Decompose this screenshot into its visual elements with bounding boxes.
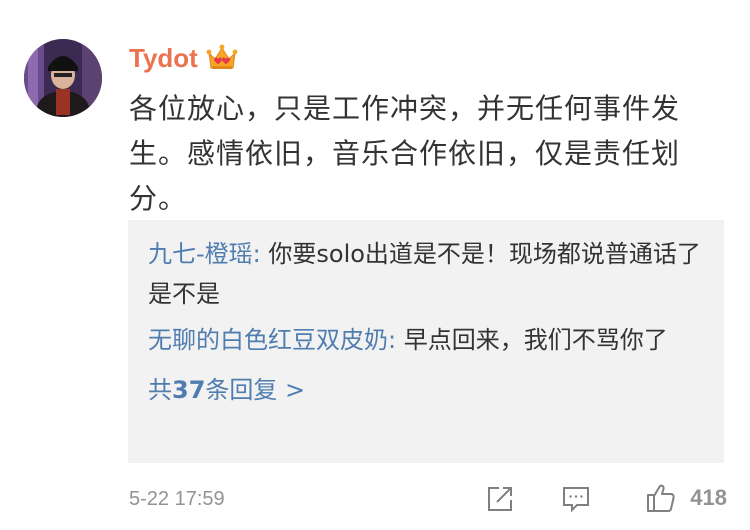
reply-username[interactable]: 九七-橙瑶 (148, 240, 261, 268)
more-replies-prefix: 共 (148, 376, 172, 404)
more-replies-count: 37 (172, 376, 206, 404)
reply-item[interactable]: 无聊的白色红豆双皮奶 早点回来，我们不骂你了 (148, 320, 704, 360)
crown-vip-icon (206, 43, 238, 73)
reply-username[interactable]: 无聊的白色红豆双皮奶 (148, 326, 396, 354)
more-replies-suffix: 条回复 > (205, 376, 306, 404)
username-row: Tydot (129, 40, 238, 76)
forward-icon[interactable] (485, 484, 515, 514)
reply-item[interactable]: 九七-橙瑶 你要solo出道是不是！现场都说普通话了是不是 (148, 234, 704, 314)
comment-icon[interactable] (561, 484, 591, 514)
like-count: 418 (690, 485, 727, 510)
comment-text: 各位放心，只是工作冲突，并无任何事件发生。感情依旧，音乐合作依旧，仅是责任划分。 (129, 92, 681, 215)
more-replies-link[interactable]: 共 37 条回复 > (148, 370, 305, 410)
like-thumbs-up-icon[interactable] (645, 482, 677, 514)
timestamp: 5-22 17:59 (129, 487, 225, 510)
comment-footer: 5-22 17:59 418 (129, 482, 729, 516)
reply-text: 早点回来，我们不骂你了 (396, 326, 668, 354)
reply-box[interactable]: 九七-橙瑶 你要solo出道是不是！现场都说普通话了是不是 无聊的白色红豆双皮奶… (128, 220, 724, 463)
avatar[interactable] (24, 39, 102, 117)
username[interactable]: Tydot (129, 43, 198, 74)
